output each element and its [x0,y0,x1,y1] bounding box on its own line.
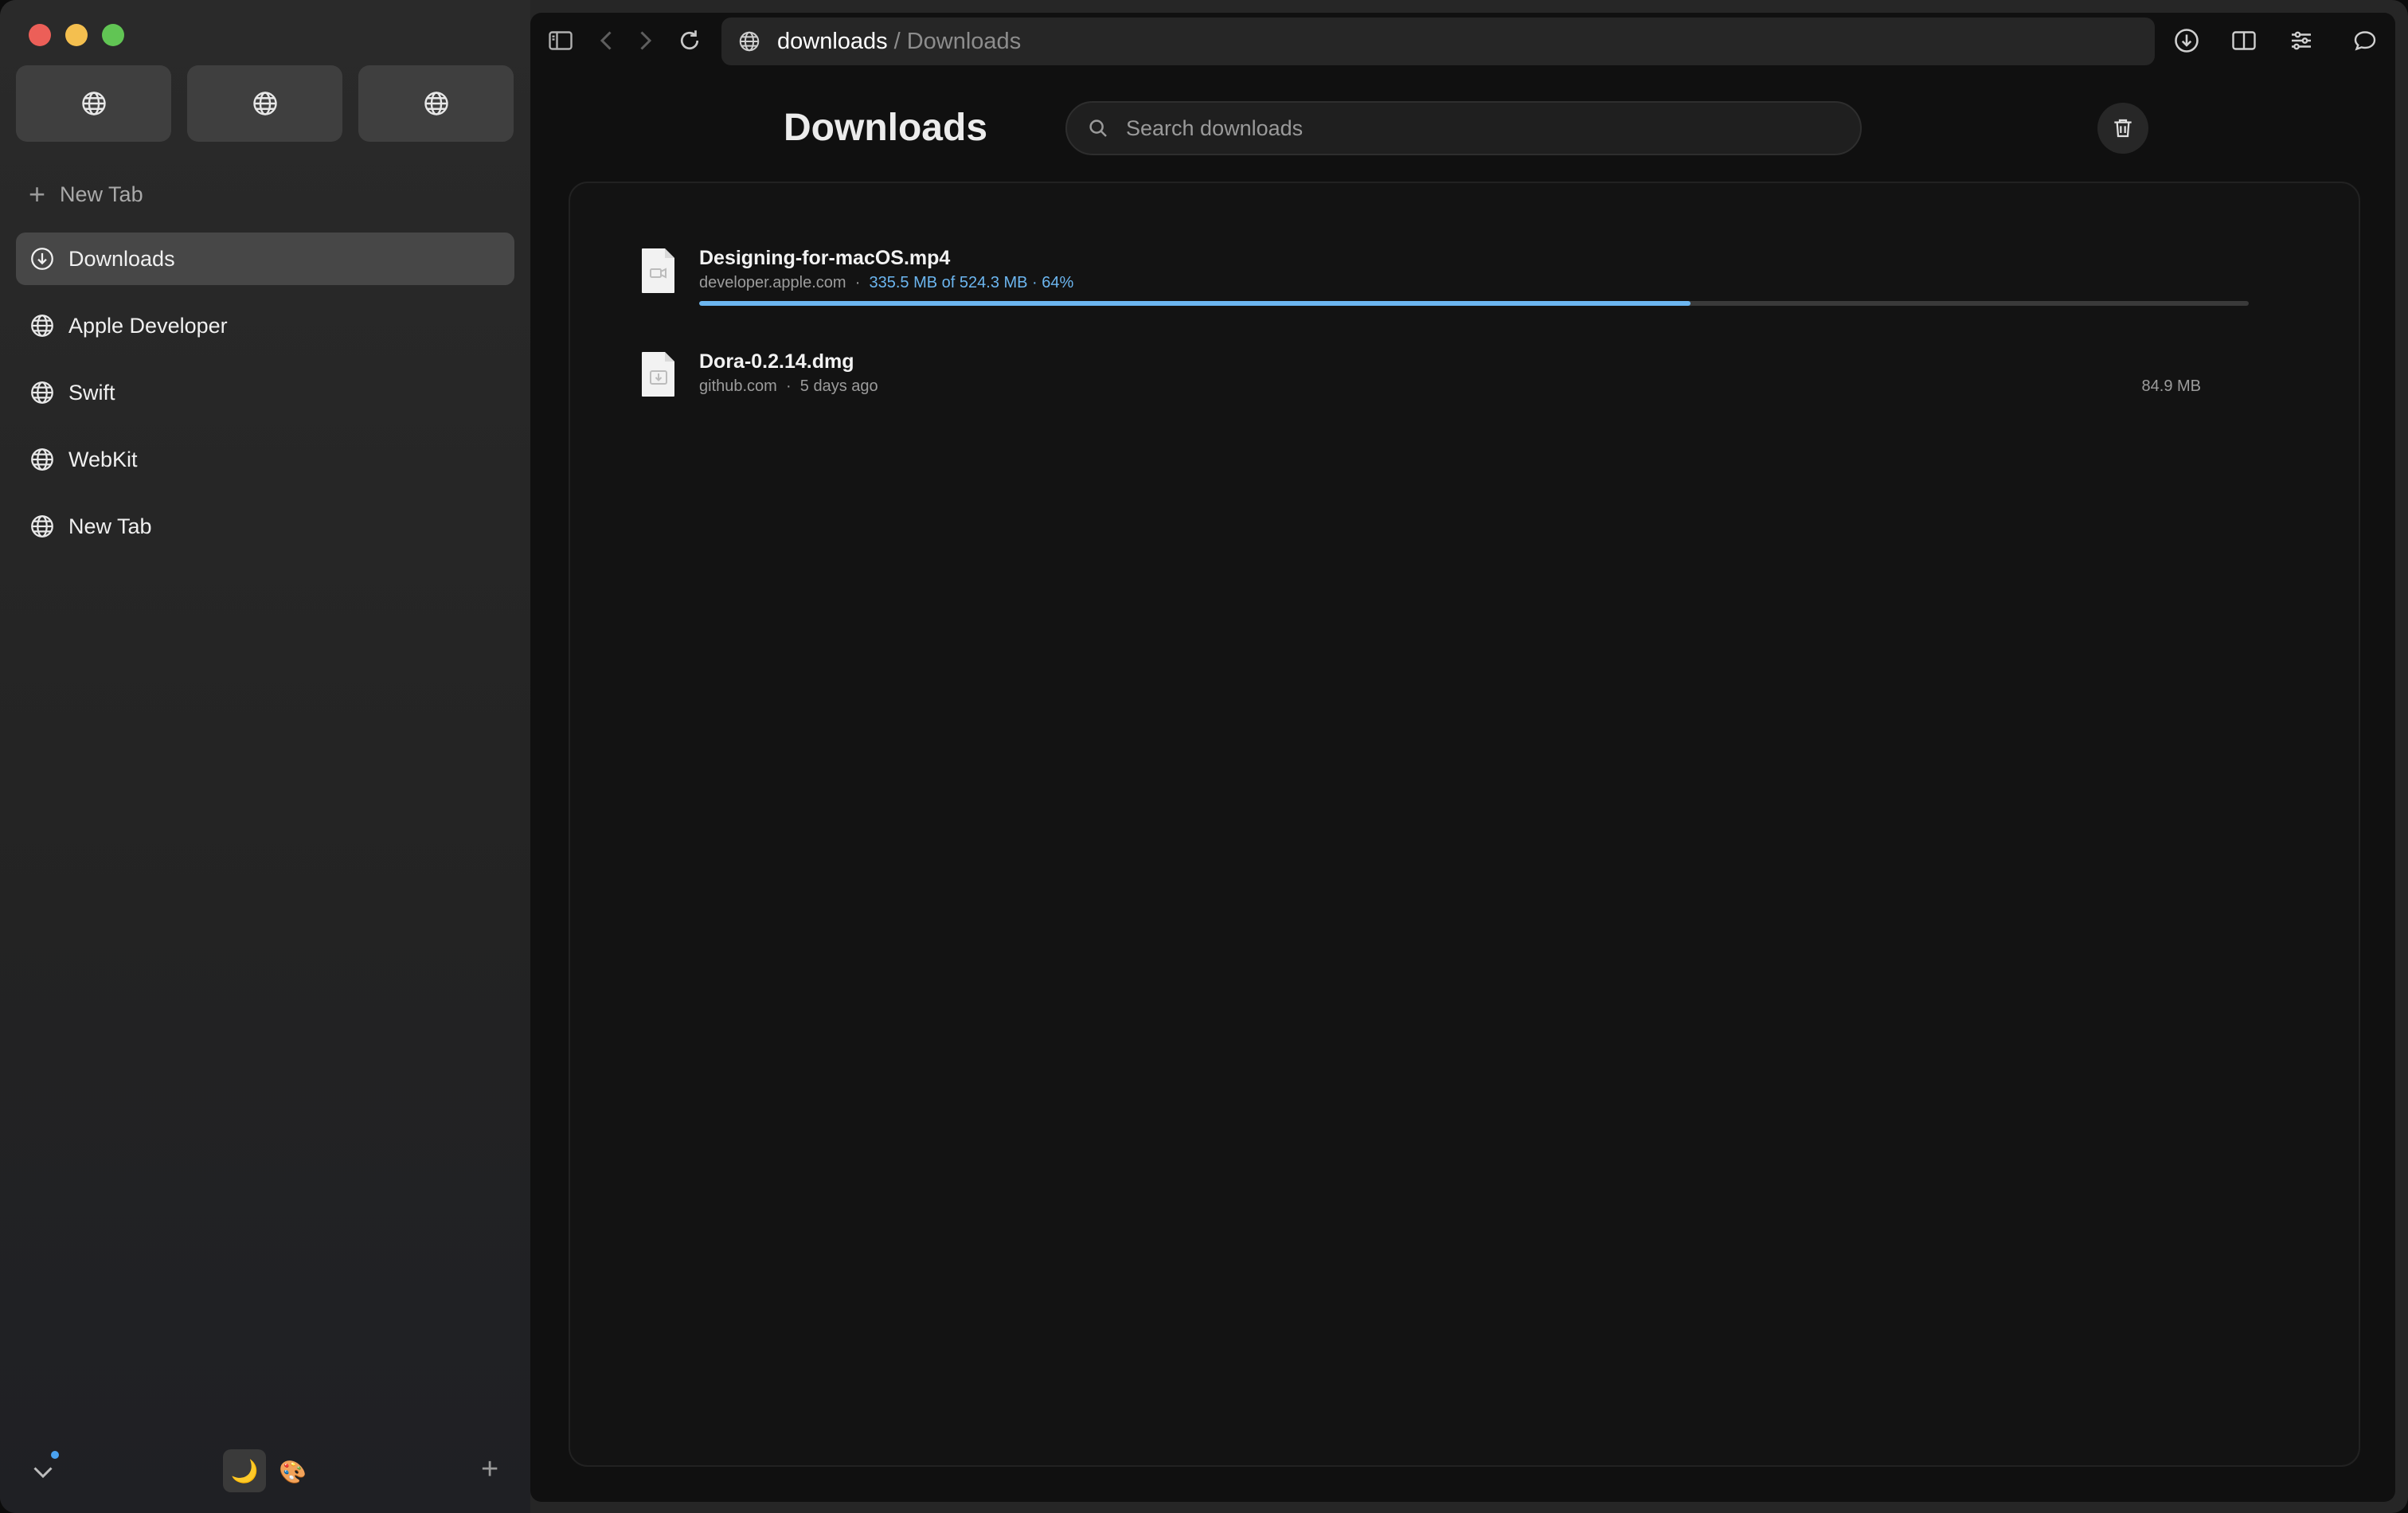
download-filename: Designing-for-macOS.mp4 [699,247,951,269]
globe-icon [31,381,53,404]
dark-mode-button[interactable]: 🌙 [223,1449,266,1492]
globe-icon [81,92,106,115]
sidebar-tab-label: Swift [68,380,115,405]
download-progress-text: 335.5 MB of 524.3 MB · 64% [869,274,1074,291]
pinned-tabs [16,65,514,142]
close-window-button[interactable] [29,24,51,46]
sidebar-tab-label: WebKit [68,447,138,471]
downloads-icon[interactable] [2172,26,2201,55]
sidebar-tab-new-tab[interactable]: New Tab [16,500,514,553]
notification-dot [51,1451,59,1459]
back-icon[interactable] [592,26,621,55]
globe-icon [31,315,53,337]
download-progress-fill [699,301,1691,306]
disk-image-file-icon [642,352,674,397]
download-size: 84.9 MB [2141,377,2201,395]
new-tab-label: New Tab [60,182,143,206]
sidebar-tab-swift[interactable]: Swift [16,366,514,419]
globe-icon [31,448,53,471]
page-title: Downloads [784,107,988,149]
tab-list: Downloads Apple Developer Swift WebKit N… [16,233,514,567]
globe-icon [424,92,448,115]
download-circle-icon [31,248,53,270]
download-source: developer.apple.com [699,274,846,291]
sidebar-tab-apple-developer[interactable]: Apple Developer [16,299,514,352]
new-tab-button[interactable]: + New Tab [29,177,143,212]
pinned-tab-3[interactable] [358,65,514,142]
url-page-title: Downloads [906,28,1022,54]
download-meta: github.com · 5 days ago [699,377,878,396]
search-icon [1089,119,1107,137]
downloads-list: Designing-for-macOS.mp4 developer.apple.… [569,182,2360,1467]
pinned-tab-1[interactable] [16,65,171,142]
search-input[interactable] [1124,115,1828,142]
window-controls [29,24,124,46]
download-filename: Dora-0.2.14.dmg [699,350,854,373]
download-meta: developer.apple.com · 335.5 MB of 524.3 … [699,274,1073,292]
clear-downloads-button[interactable] [2097,103,2148,154]
minimize-window-button[interactable] [65,24,88,46]
sidebar-tab-label: Apple Developer [68,313,228,338]
sidebar-tab-label: Downloads [68,246,175,271]
reload-icon[interactable] [675,26,704,55]
toolbar: downloads / Downloads [530,13,2395,68]
split-view-icon[interactable] [2230,26,2258,55]
download-item[interactable]: Designing-for-macOS.mp4 developer.apple.… [640,247,2249,311]
pinned-tab-2[interactable] [187,65,342,142]
url-separator: / [893,28,901,54]
plus-icon: + [29,178,46,210]
chevron-down-icon[interactable] [29,1457,57,1486]
maximize-window-button[interactable] [102,24,124,46]
browser-window: + New Tab Downloads Apple Developer Swif… [0,0,2408,1513]
sidebar-tab-downloads[interactable]: Downloads [16,233,514,285]
download-progress-bar [699,301,2249,306]
sidebar-toggle-icon[interactable] [546,26,575,55]
main-content: downloads / Downloads Downloads De [530,13,2395,1502]
download-date: 5 days ago [799,377,878,395]
meta-separator: · [854,274,861,291]
palette-icon[interactable]: 🎨 [279,1459,307,1485]
globe-icon [31,515,53,538]
video-file-icon [642,248,674,293]
globe-icon [739,31,760,52]
download-source: github.com [699,377,777,395]
url-host: downloads [777,28,888,54]
trash-icon [2114,119,2132,138]
settings-sliders-icon[interactable] [2287,26,2316,55]
sidebar-tab-webkit[interactable]: WebKit [16,433,514,486]
download-item[interactable]: Dora-0.2.14.dmg github.com · 5 days ago … [640,350,2233,406]
add-space-button[interactable]: + [481,1452,498,1487]
downloads-header: Downloads [530,96,2395,160]
forward-icon[interactable] [631,26,659,55]
globe-icon [252,92,277,115]
moon-icon: 🌙 [230,1458,259,1484]
search-field[interactable] [1065,101,1862,155]
sidebar: + New Tab Downloads Apple Developer Swif… [0,0,530,1513]
sidebar-tab-label: New Tab [68,514,152,538]
address-bar[interactable]: downloads / Downloads [721,18,2155,65]
sidebar-footer: 🌙 🎨 + [0,1449,530,1494]
meta-separator: · [785,377,792,395]
chat-bubble-icon[interactable] [2351,26,2379,55]
